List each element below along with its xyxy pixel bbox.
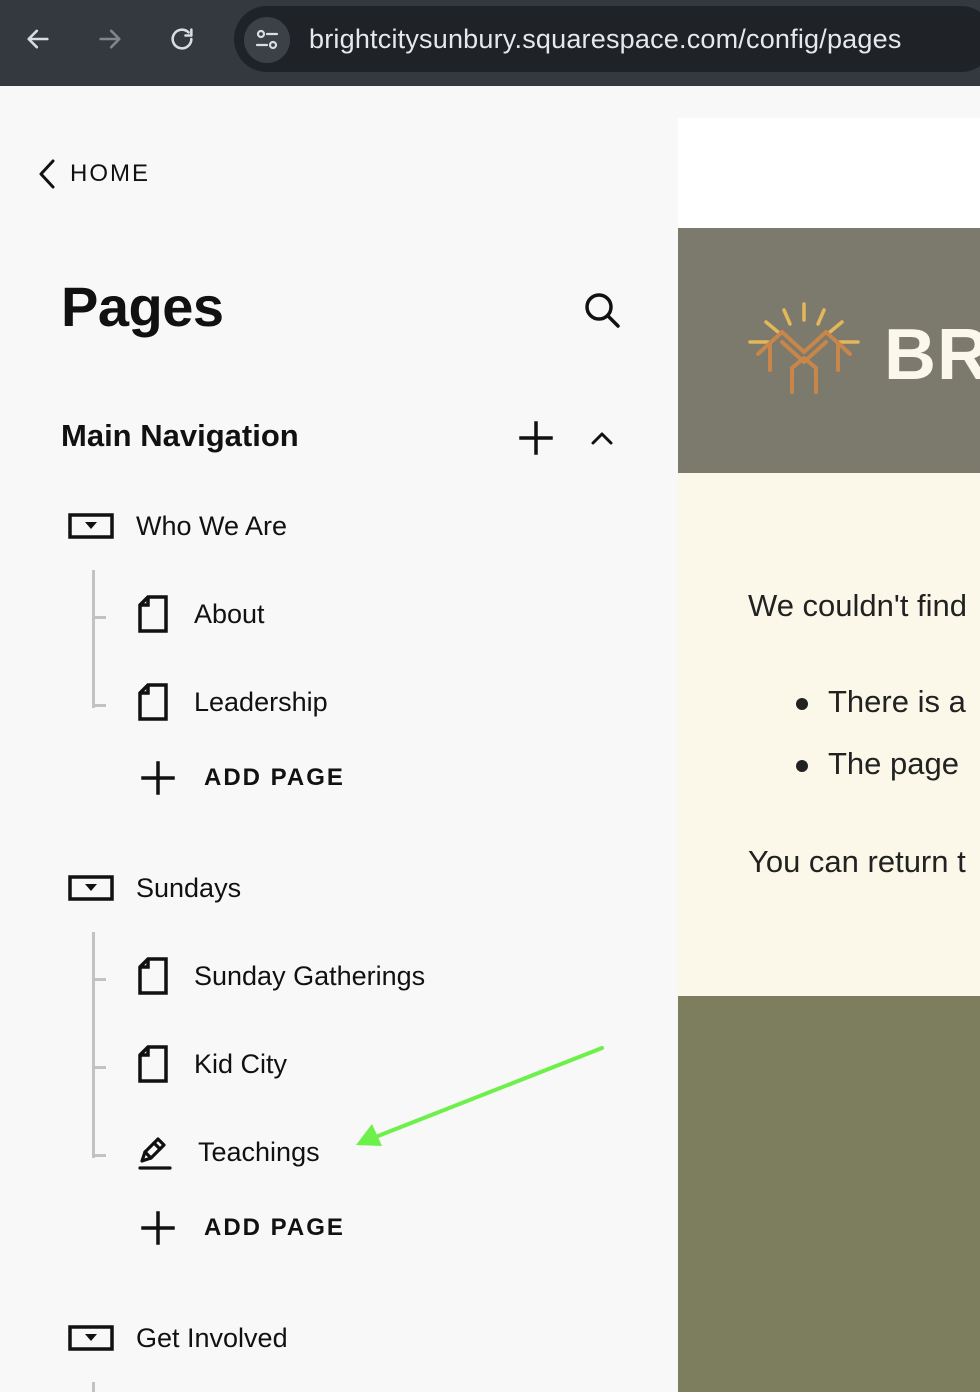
url-text[interactable]: brightcitysunbury.squarespace.com/config… xyxy=(309,24,902,55)
home-label: HOME xyxy=(70,160,150,187)
address-bar[interactable]: brightcitysunbury.squarespace.com/config… xyxy=(234,6,980,72)
section-title: Main Navigation xyxy=(61,418,299,453)
arrow-left-icon xyxy=(27,29,49,49)
page-item-sunday-gatherings[interactable]: Sunday Gatherings xyxy=(138,954,425,998)
folder-who-we-are[interactable]: Who We Are xyxy=(68,506,287,546)
folder-icon xyxy=(68,513,114,539)
site-logo-text: BR xyxy=(884,315,980,395)
tree-tick xyxy=(92,1066,106,1069)
bullet-text: There is a xyxy=(828,684,966,719)
page-item-kid-city[interactable]: Kid City xyxy=(138,1042,287,1086)
blog-icon xyxy=(138,1137,172,1170)
page-label: Teachings xyxy=(198,1136,320,1167)
forward-button[interactable] xyxy=(90,19,130,59)
tune-icon xyxy=(255,29,279,50)
pages-sidebar: HOME Pages Main Navigation Who We Are Ab… xyxy=(0,86,678,1392)
collapse-section-button[interactable] xyxy=(586,422,618,454)
arrow-right-icon xyxy=(99,29,121,49)
folder-icon xyxy=(68,875,114,901)
plus-icon xyxy=(519,421,553,455)
add-page-label: ADD PAGE xyxy=(204,764,345,791)
folder-label: Sundays xyxy=(136,872,242,903)
page-label: About xyxy=(194,598,265,629)
back-button[interactable] xyxy=(18,19,58,59)
add-page-button[interactable]: ADD PAGE xyxy=(140,758,345,798)
page-icon xyxy=(138,1045,168,1083)
page-icon xyxy=(138,683,168,721)
search-button[interactable] xyxy=(582,290,622,330)
bullet xyxy=(796,760,808,772)
folder-icon xyxy=(68,1325,114,1351)
page-label: Leadership xyxy=(194,686,328,717)
search-icon xyxy=(585,293,620,328)
chevron-left-icon xyxy=(39,159,55,189)
tree-tick xyxy=(92,704,106,707)
site-preview[interactable]: BR We couldn't find There is a The page … xyxy=(678,118,980,1392)
add-page-to-navigation-button[interactable] xyxy=(518,420,554,456)
reload-button[interactable] xyxy=(162,19,202,59)
sunrise-houses-logo-icon xyxy=(748,302,860,394)
not-found-message: We couldn't find xyxy=(748,588,968,623)
bullet xyxy=(796,698,808,710)
home-back-link[interactable]: HOME xyxy=(36,158,150,190)
plus-icon xyxy=(141,1211,175,1245)
folder-label: Get Involved xyxy=(136,1322,288,1353)
preview-header: BR xyxy=(678,228,980,473)
page-icon xyxy=(138,957,168,995)
chevron-up-icon xyxy=(591,432,613,445)
preview-not-found-content: We couldn't find There is a The page You… xyxy=(678,473,980,996)
plus-icon xyxy=(141,761,175,795)
tree-line xyxy=(92,570,106,708)
reload-icon xyxy=(171,28,193,50)
page-label: Kid City xyxy=(194,1048,288,1079)
page-icon xyxy=(138,595,168,633)
add-page-button[interactable]: ADD PAGE xyxy=(140,1208,345,1248)
folder-get-involved[interactable]: Get Involved xyxy=(68,1318,288,1358)
tree-tick xyxy=(92,978,106,981)
add-page-label: ADD PAGE xyxy=(204,1214,345,1241)
tree-line xyxy=(92,1382,106,1392)
folder-label: Who We Are xyxy=(136,510,288,541)
preview-footer xyxy=(678,996,980,1392)
folder-sundays[interactable]: Sundays xyxy=(68,868,241,908)
tree-tick xyxy=(92,1154,106,1157)
tree-line xyxy=(92,932,106,1158)
browser-toolbar: brightcitysunbury.squarespace.com/config… xyxy=(0,0,980,86)
return-message: You can return t xyxy=(748,844,966,879)
page-title: Pages xyxy=(61,275,224,338)
page-item-about[interactable]: About xyxy=(138,592,265,636)
page-item-leadership[interactable]: Leadership xyxy=(138,680,328,724)
site-info-button[interactable] xyxy=(244,17,290,63)
bullet-text: The page xyxy=(828,746,959,781)
page-label: Sunday Gatherings xyxy=(194,960,426,991)
tree-tick xyxy=(92,616,106,619)
page-item-teachings[interactable]: Teachings xyxy=(138,1130,320,1174)
